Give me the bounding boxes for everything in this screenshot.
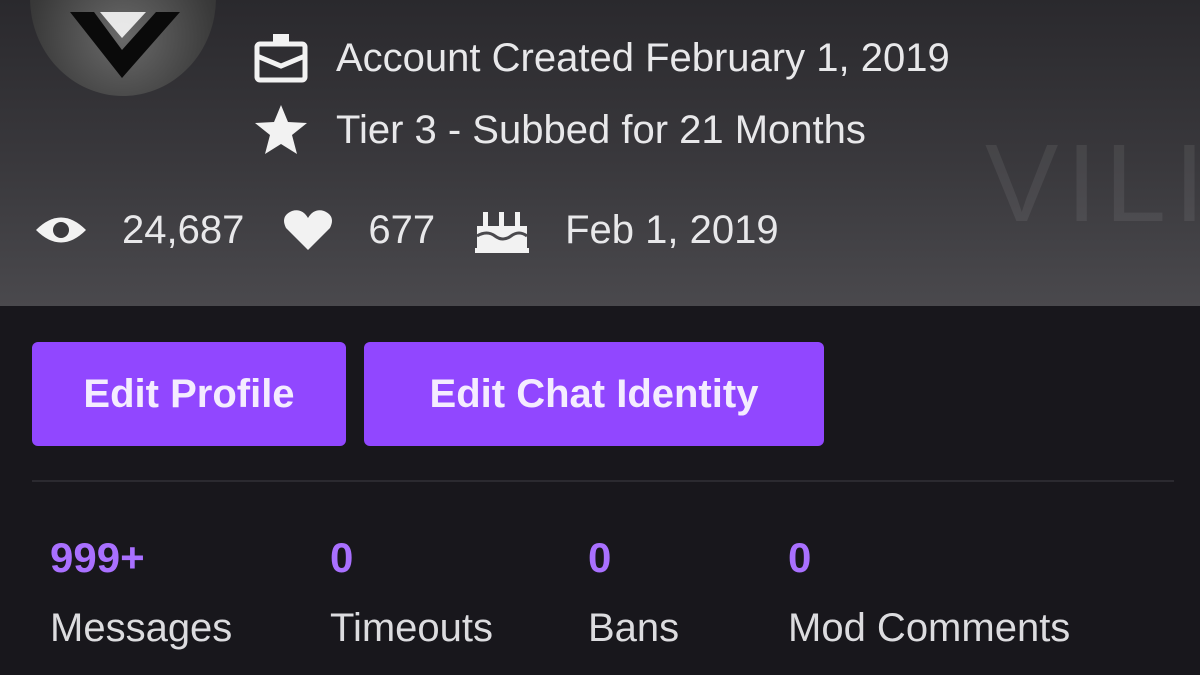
eye-icon (34, 213, 88, 247)
user-card: VILI Account Created February 1, 2019 Ti… (0, 0, 1200, 675)
profile-header: VILI Account Created February 1, 2019 Ti… (0, 0, 1200, 306)
calendar-gift-icon (250, 32, 312, 84)
star-icon (250, 104, 312, 156)
stats-row: 24,687 677 Feb 1, 2019 (34, 206, 817, 254)
mod-comments-count: 0 (788, 534, 812, 581)
messages-counter[interactable]: 999+ Messages (50, 530, 232, 656)
bans-count: 0 (588, 534, 612, 581)
divider (32, 480, 1174, 482)
timeouts-count: 0 (330, 534, 354, 581)
cake-icon (473, 206, 531, 254)
banner-watermark: VILI (985, 122, 1200, 245)
heart-icon (282, 208, 334, 252)
action-buttons: Edit Profile Edit Chat Identity (32, 342, 842, 446)
birthday-stat: Feb 1, 2019 (473, 206, 779, 254)
messages-label: Messages (50, 606, 233, 650)
birthday-date: Feb 1, 2019 (565, 207, 779, 252)
followers-stat: 677 (282, 208, 435, 253)
mod-comments-label: Mod Comments (788, 606, 1071, 650)
account-created-text: Account Created February 1, 2019 (336, 35, 950, 80)
subscription-text: Tier 3 - Subbed for 21 Months (336, 107, 866, 152)
edit-chat-identity-button[interactable]: Edit Chat Identity (364, 342, 824, 446)
mod-comments-counter[interactable]: 0 Mod Comments (788, 530, 1070, 656)
timeouts-label: Timeouts (330, 606, 494, 650)
subscription-row: Tier 3 - Subbed for 21 Months (250, 104, 866, 156)
messages-count: 999+ (50, 534, 145, 581)
views-count: 24,687 (122, 207, 245, 252)
account-created-row: Account Created February 1, 2019 (250, 32, 950, 84)
views-stat: 24,687 (34, 208, 244, 253)
bans-counter[interactable]: 0 Bans (588, 530, 679, 656)
avatar-logo-icon (70, 12, 180, 78)
edit-profile-button[interactable]: Edit Profile (32, 342, 346, 446)
avatar[interactable] (30, 0, 216, 96)
bans-label: Bans (588, 606, 680, 650)
followers-count: 677 (368, 207, 436, 252)
timeouts-counter[interactable]: 0 Timeouts (330, 530, 493, 656)
